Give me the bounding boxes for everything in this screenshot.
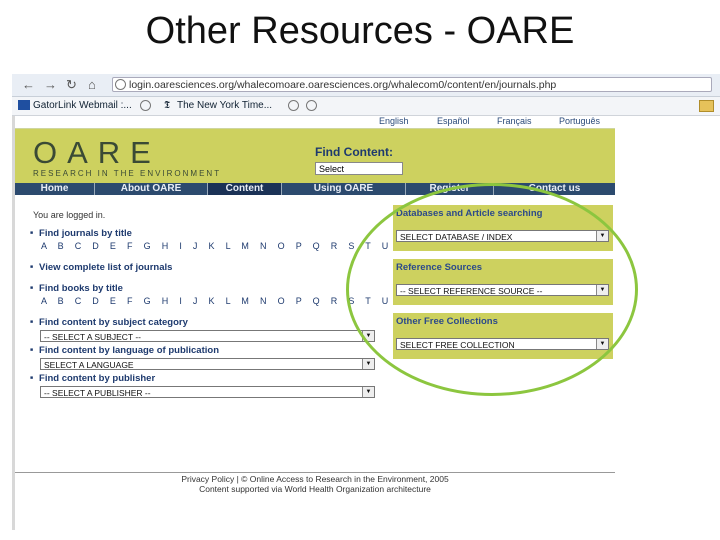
language-select[interactable]: SELECT A LANGUAGE ▼ bbox=[40, 358, 375, 370]
globe-icon bbox=[140, 100, 151, 111]
lang-francais[interactable]: Français bbox=[497, 116, 532, 126]
footer-support: Content supported via World Health Organ… bbox=[199, 484, 431, 494]
by-publisher-label: Find content by publisher bbox=[30, 373, 155, 384]
complete-list-link[interactable]: View complete list of journals bbox=[30, 262, 172, 273]
slide-title: Other Resources - OARE bbox=[145, 10, 575, 52]
reload-icon[interactable]: ↻ bbox=[66, 77, 77, 93]
bookmark-globe-3[interactable] bbox=[306, 100, 320, 111]
bookmark-globe-2[interactable] bbox=[288, 100, 302, 111]
address-bar[interactable]: login.oaresciences.org/whalecomoare.oare… bbox=[112, 77, 712, 92]
highlight-circle bbox=[346, 183, 638, 396]
footer-privacy[interactable]: Privacy Policy | © Online Access to Rese… bbox=[15, 474, 615, 484]
bookmarks-bar: GatorLink Webmail :... 𝕿 The New York Tim… bbox=[12, 97, 720, 116]
browser-toolbar: ← → ↻ ⌂ login.oaresciences.org/whalecomo… bbox=[12, 74, 720, 97]
globe-icon bbox=[288, 100, 299, 111]
language-links: English Español Français Português bbox=[15, 116, 615, 129]
bookmark-globe-1[interactable] bbox=[140, 100, 154, 111]
folder-icon[interactable] bbox=[699, 100, 714, 112]
oare-logo[interactable]: OARE bbox=[33, 135, 161, 171]
publisher-select[interactable]: -- SELECT A PUBLISHER -- ▼ bbox=[40, 386, 375, 398]
nytimes-icon: 𝕿 bbox=[164, 100, 171, 112]
by-subject-label: Find content by subject category bbox=[30, 317, 188, 328]
page-icon bbox=[115, 79, 126, 90]
back-icon[interactable]: ← bbox=[22, 77, 35, 92]
bookmark-nytimes[interactable]: 𝕿 The New York Time... bbox=[164, 100, 272, 111]
gatorlink-icon bbox=[18, 100, 30, 111]
tab-using[interactable]: Using OARE bbox=[282, 183, 406, 195]
login-status: You are logged in. bbox=[33, 210, 106, 220]
globe-icon bbox=[306, 100, 317, 111]
find-content-select[interactable]: Select bbox=[315, 162, 403, 175]
home-icon[interactable]: ⌂ bbox=[88, 77, 96, 92]
bookmark-gatorlink[interactable]: GatorLink Webmail :... bbox=[18, 100, 132, 111]
oare-tagline: RESEARCH IN THE ENVIRONMENT bbox=[33, 169, 222, 178]
lang-espanol[interactable]: Español bbox=[437, 116, 470, 126]
tab-home[interactable]: Home bbox=[15, 183, 95, 195]
footer-divider bbox=[15, 472, 615, 473]
forward-icon[interactable]: → bbox=[44, 77, 57, 92]
oare-banner: OARE RESEARCH IN THE ENVIRONMENT Find Co… bbox=[15, 129, 615, 183]
subject-select[interactable]: -- SELECT A SUBJECT -- ▼ bbox=[40, 330, 375, 342]
by-language-label: Find content by language of publication bbox=[30, 345, 219, 356]
tab-about[interactable]: About OARE bbox=[95, 183, 208, 195]
lang-portugues[interactable]: Português bbox=[559, 116, 600, 126]
tab-content[interactable]: Content bbox=[208, 183, 282, 195]
find-content-label: Find Content: bbox=[315, 145, 393, 159]
chevron-down-icon: ▼ bbox=[362, 387, 374, 397]
find-books-link[interactable]: Find books by title bbox=[30, 283, 123, 294]
find-journals-link[interactable]: Find journals by title bbox=[30, 228, 132, 239]
chevron-down-icon: ▼ bbox=[362, 359, 374, 369]
lang-english[interactable]: English bbox=[379, 116, 409, 126]
